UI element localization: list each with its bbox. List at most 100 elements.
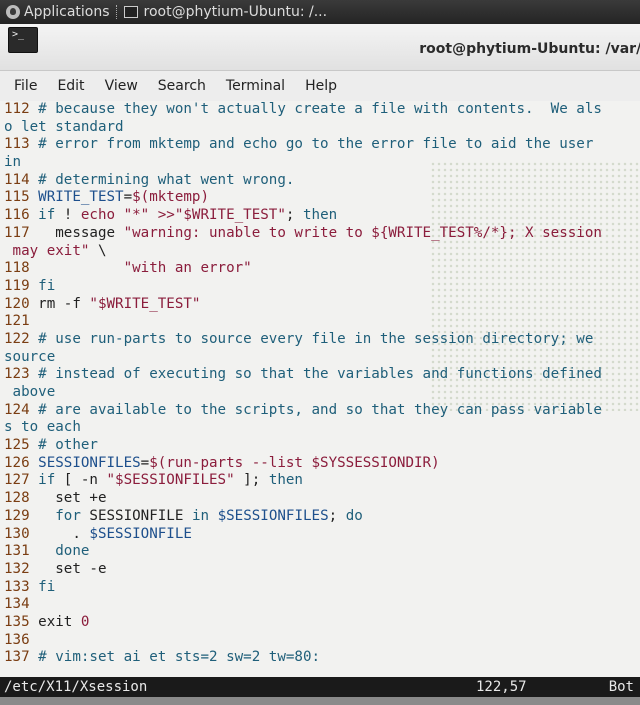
- code-line: 135 exit 0: [4, 614, 638, 632]
- code-token: "$SESSIONFILES": [106, 472, 235, 489]
- line-number: 123: [4, 366, 39, 383]
- line-number: 113: [4, 136, 39, 153]
- line-number: 130: [4, 525, 39, 542]
- code-token: do: [345, 507, 363, 524]
- window-title: root@phytium-Ubuntu: /var/l: [419, 41, 640, 57]
- code-token: for: [55, 507, 81, 524]
- code-token: # use run-parts to source every file in …: [38, 330, 594, 347]
- code-token: =: [123, 189, 133, 206]
- line-number: 132: [4, 560, 39, 577]
- code-token: # error from mktemp and echo go to the e…: [38, 136, 594, 153]
- window-bottom-edge: [0, 697, 640, 705]
- code-line: 115 WRITE_TEST=$(mktemp): [4, 189, 638, 207]
- code-line: 136: [4, 632, 638, 650]
- line-number: 135: [4, 613, 39, 630]
- line-number: 133: [4, 578, 39, 595]
- menu-help[interactable]: Help: [305, 78, 337, 94]
- code-token: # instead of executing so that the varia…: [38, 366, 602, 383]
- code-token: !: [55, 207, 81, 224]
- line-number: 131: [4, 543, 39, 560]
- line-number: 119: [4, 277, 39, 294]
- taskbar-terminal-button[interactable]: root@phytium-Ubuntu: /...: [123, 0, 328, 24]
- code-token: $(mktemp): [132, 189, 210, 206]
- code-token: =: [140, 454, 150, 471]
- code-token: WRITE_TEST: [38, 189, 124, 206]
- code-line: 131 done: [4, 543, 638, 561]
- code-token: [ -n: [55, 472, 107, 489]
- code-token: $SESSIONFILES: [209, 507, 329, 524]
- menu-file[interactable]: File: [14, 78, 37, 94]
- code-line: above: [4, 384, 638, 402]
- line-number: 120: [4, 295, 39, 312]
- top-panel: Applications root@phytium-Ubuntu: /...: [0, 0, 640, 24]
- code-line: 117 message "warning: unable to write to…: [4, 225, 638, 243]
- code-line: 137 # vim:set ai et sts=2 sw=2 tw=80:: [4, 649, 638, 667]
- terminal-app-icon: >_: [8, 27, 38, 53]
- code-token: ;: [285, 207, 303, 224]
- applications-label: Applications: [24, 4, 110, 20]
- code-token: ;: [328, 507, 346, 524]
- code-line: 112 # because they won't actually create…: [4, 101, 638, 119]
- line-number: 112: [4, 101, 39, 117]
- code-line: 118 "with an error": [4, 260, 638, 278]
- code-line: 130 . $SESSIONFILE: [4, 526, 638, 544]
- line-number: 114: [4, 171, 39, 188]
- code-line: may exit" \: [4, 243, 638, 261]
- code-token: 0: [80, 613, 90, 630]
- code-line: 121: [4, 313, 638, 331]
- code-line: 119 fi: [4, 278, 638, 296]
- code-token: echo "*" >>"$WRITE_TEST": [80, 207, 286, 224]
- statusline-filename: /etc/X11/Xsession: [4, 679, 148, 695]
- code-token: set +e: [38, 490, 107, 507]
- vim-editor-area[interactable]: 112 # because they won't actually create…: [0, 101, 640, 677]
- code-line: 125 # other: [4, 437, 638, 455]
- menu-edit[interactable]: Edit: [57, 78, 84, 94]
- line-number: 122: [4, 330, 39, 347]
- code-line: 113 # error from mktemp and echo go to t…: [4, 136, 638, 154]
- menu-search[interactable]: Search: [158, 78, 206, 94]
- code-token: message: [38, 224, 124, 241]
- code-line: 132 set -e: [4, 561, 638, 579]
- code-lines: 112 # because they won't actually create…: [4, 101, 638, 667]
- code-token: then: [302, 207, 338, 224]
- line-number: 128: [4, 490, 39, 507]
- code-line: 134: [4, 596, 638, 614]
- code-token: # determining what went wrong.: [38, 171, 295, 188]
- code-token: SESSIONFILES: [38, 454, 141, 471]
- window-titlebar[interactable]: >_ root@phytium-Ubuntu: /var/l: [0, 24, 640, 71]
- code-token: source: [4, 348, 56, 365]
- menu-bar: File Edit View Search Terminal Help: [0, 71, 640, 101]
- code-line: 114 # determining what went wrong.: [4, 172, 638, 190]
- code-line: 127 if [ -n "$SESSIONFILES" ]; then: [4, 472, 638, 490]
- code-token: o let standard: [4, 118, 124, 135]
- code-token: above: [4, 384, 56, 400]
- applications-menu-button[interactable]: Applications: [0, 0, 110, 24]
- line-number: 117: [4, 224, 39, 241]
- code-token: if: [38, 472, 56, 489]
- code-token: in: [4, 154, 22, 171]
- code-token: .: [38, 525, 90, 542]
- code-line: source: [4, 349, 638, 367]
- applications-logo-icon: [6, 5, 20, 19]
- menu-terminal[interactable]: Terminal: [226, 78, 285, 94]
- line-number: 125: [4, 437, 39, 454]
- code-token: ];: [234, 472, 269, 489]
- code-token: done: [55, 543, 90, 560]
- line-number: 115: [4, 189, 39, 206]
- code-line: 128 set +e: [4, 490, 638, 508]
- line-number: 129: [4, 507, 39, 524]
- line-number: 134: [4, 596, 39, 613]
- code-token: # because they won't actually create a f…: [38, 101, 602, 117]
- code-line: 126 SESSIONFILES=$(run-parts --list $SYS…: [4, 455, 638, 473]
- line-number: 136: [4, 631, 39, 648]
- line-number: 121: [4, 313, 39, 330]
- taskbar-terminal-label: root@phytium-Ubuntu: /...: [143, 4, 328, 20]
- code-token: $SESSIONFILE: [89, 525, 192, 542]
- code-line: 123 # instead of executing so that the v…: [4, 366, 638, 384]
- menu-view[interactable]: View: [105, 78, 138, 94]
- code-line: s to each: [4, 419, 638, 437]
- code-token: fi: [38, 277, 56, 294]
- code-token: set -e: [38, 560, 107, 577]
